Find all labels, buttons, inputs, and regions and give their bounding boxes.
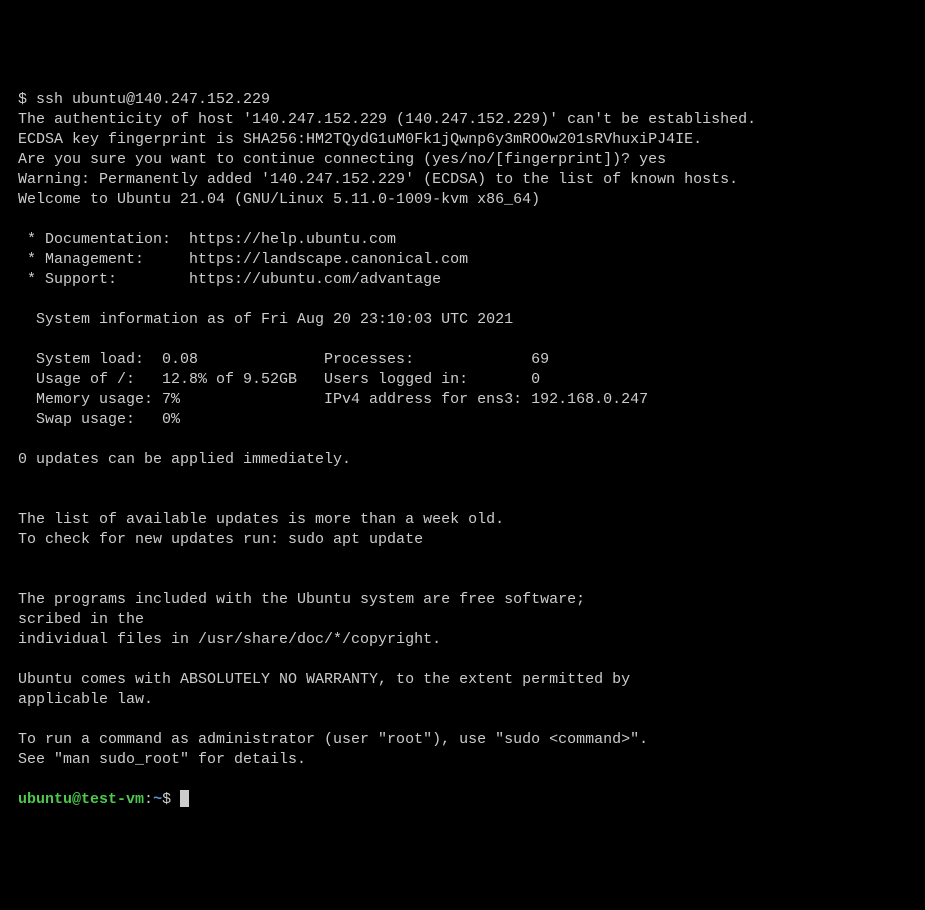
link-support: * Support: https://ubuntu.com/advantage [18, 270, 907, 290]
sysinfo-memory-ipv4: Memory usage: 7% IPv4 address for ens3: … [18, 390, 907, 410]
sysinfo-swap: Swap usage: 0% [18, 410, 907, 430]
shell-prompt[interactable]: ubuntu@test-vm:~$ [18, 790, 907, 810]
auth-prompt: Are you sure you want to continue connec… [18, 150, 907, 170]
prompt-at: @ [72, 791, 81, 808]
sysinfo-header: System information as of Fri Aug 20 23:1… [18, 310, 907, 330]
welcome-banner: Welcome to Ubuntu 21.04 (GNU/Linux 5.11.… [18, 190, 907, 210]
cursor-icon [180, 790, 189, 807]
prompt-user: ubuntu [18, 791, 72, 808]
terminal-output[interactable]: $ ssh ubuntu@140.247.152.229The authenti… [18, 90, 907, 810]
blank [18, 710, 907, 730]
blank [18, 430, 907, 450]
blank [18, 470, 907, 490]
updates-stale-2: To check for new updates run: sudo apt u… [18, 530, 907, 550]
blank [18, 490, 907, 510]
legal-2: scribed in the [18, 610, 907, 630]
legal-1: The programs included with the Ubuntu sy… [18, 590, 907, 610]
blank [18, 210, 907, 230]
legal-3: individual files in /usr/share/doc/*/cop… [18, 630, 907, 650]
warranty-2: applicable law. [18, 690, 907, 710]
sysinfo-usage-users: Usage of /: 12.8% of 9.52GB Users logged… [18, 370, 907, 390]
prompt-host: test-vm [81, 791, 144, 808]
ssh-command: $ ssh ubuntu@140.247.152.229 [18, 90, 907, 110]
updates-count: 0 updates can be applied immediately. [18, 450, 907, 470]
warranty-1: Ubuntu comes with ABSOLUTELY NO WARRANTY… [18, 670, 907, 690]
blank [18, 290, 907, 310]
updates-stale-1: The list of available updates is more th… [18, 510, 907, 530]
sudo-hint-2: See "man sudo_root" for details. [18, 750, 907, 770]
auth-warning-1: The authenticity of host '140.247.152.22… [18, 110, 907, 130]
blank [18, 550, 907, 570]
blank [18, 570, 907, 590]
prompt-dollar: $ [162, 791, 180, 808]
blank [18, 330, 907, 350]
sysinfo-load-processes: System load: 0.08 Processes: 69 [18, 350, 907, 370]
link-documentation: * Documentation: https://help.ubuntu.com [18, 230, 907, 250]
auth-fingerprint: ECDSA key fingerprint is SHA256:HM2TQydG… [18, 130, 907, 150]
prompt-path: ~ [153, 791, 162, 808]
prompt-colon: : [144, 791, 153, 808]
link-management: * Management: https://landscape.canonica… [18, 250, 907, 270]
auth-added: Warning: Permanently added '140.247.152.… [18, 170, 907, 190]
sudo-hint-1: To run a command as administrator (user … [18, 730, 907, 750]
blank [18, 770, 907, 790]
blank [18, 650, 907, 670]
